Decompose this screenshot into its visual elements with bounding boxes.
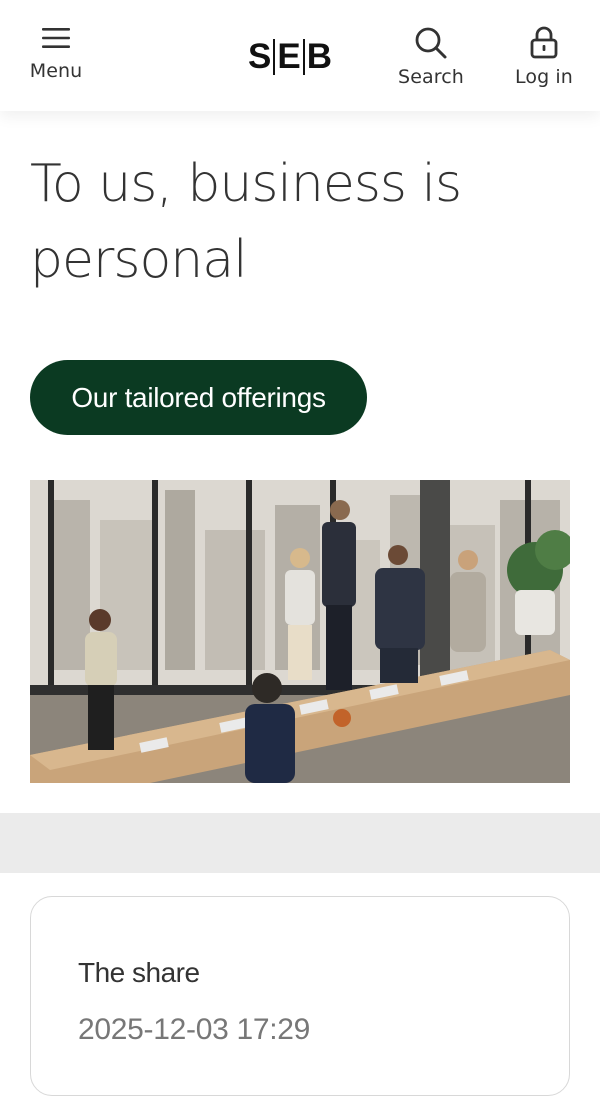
search-label: Search	[398, 66, 464, 88]
tailored-offerings-button[interactable]: Our tailored offerings	[30, 360, 367, 435]
logo-letter-e: E	[277, 37, 301, 76]
share-card-title: The share	[78, 957, 200, 988]
share-card-timestamp: 2025-12-03 17:29	[78, 1013, 311, 1046]
site-header: Menu SEB Search Log in	[0, 0, 600, 111]
login-label: Log in	[515, 66, 573, 88]
logo-letter-s: S	[248, 37, 272, 76]
share-price-card[interactable]: The share 2025-12-03 17:29	[30, 896, 570, 1096]
office-meeting-illustration	[30, 480, 570, 783]
menu-button[interactable]: Menu	[26, 26, 86, 82]
section-divider-band	[0, 813, 600, 873]
logo-divider	[273, 39, 276, 75]
seb-logo[interactable]: SEB	[244, 37, 336, 76]
hero-title: To us, business is personal	[30, 154, 462, 290]
search-icon	[414, 26, 448, 64]
hero-image	[30, 480, 570, 783]
menu-label: Menu	[29, 60, 83, 82]
menu-icon	[42, 26, 70, 54]
login-button[interactable]: Log in	[512, 26, 576, 88]
search-button[interactable]: Search	[394, 26, 468, 88]
lock-icon	[529, 26, 559, 64]
logo-letter-b: B	[306, 37, 332, 76]
logo-divider	[302, 39, 305, 75]
